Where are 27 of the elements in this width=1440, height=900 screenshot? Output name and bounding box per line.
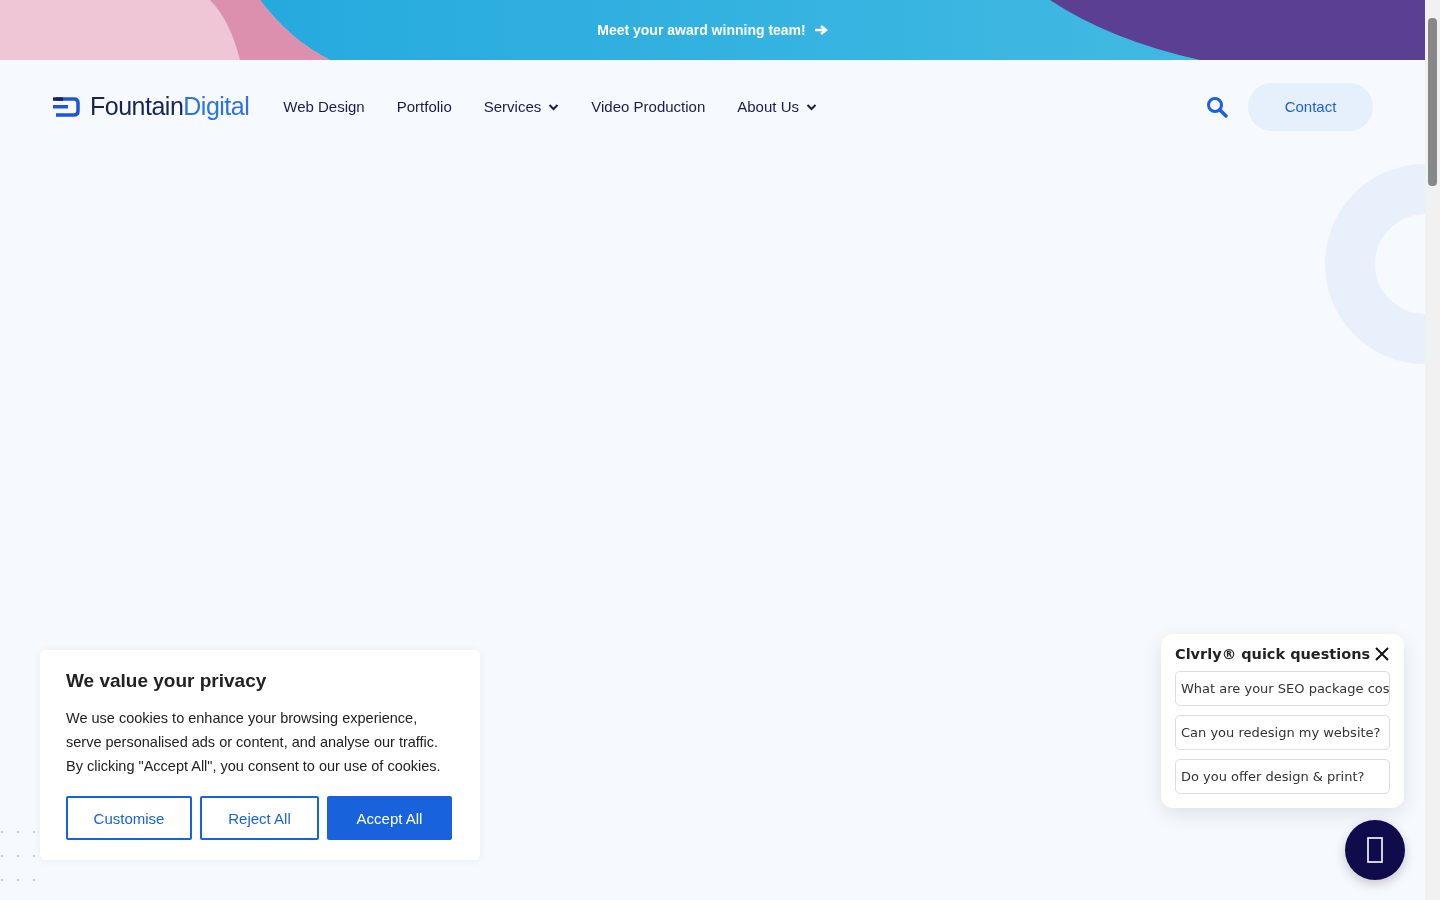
chat-button[interactable] — [1345, 820, 1405, 880]
contact-button[interactable]: Contact — [1248, 82, 1373, 131]
nav-link[interactable]: Services — [483, 98, 560, 115]
chat-title: Clvrly® quick questions — [1175, 646, 1371, 662]
search-icon[interactable] — [1206, 95, 1228, 118]
quick-question[interactable]: What are your SEO package cos — [1175, 671, 1390, 706]
logo-text[interactable]: Fountain — [90, 92, 184, 121]
nav-link[interactable]: About Us — [737, 98, 817, 115]
scrollbar-thumb[interactable] — [1428, 18, 1437, 186]
rectangle-icon — [1367, 837, 1383, 863]
quick-question[interactable]: Can you redesign my website? — [1175, 715, 1390, 750]
cookie-text: We use cookies to enhance your browsing experience, serve personalised ads or content, and analyse our traffic. By clicking "Accept All", you consent to our use of cookies. — [66, 709, 442, 776]
close-icon[interactable] — [1374, 646, 1390, 662]
nav-link[interactable]: Portfolio — [396, 98, 452, 115]
nav-link[interactable]: Web Design — [283, 98, 365, 115]
cookie-button[interactable]: Customise — [66, 796, 192, 840]
nav-link[interactable]: Video Production — [591, 98, 706, 115]
chevron-down-icon — [548, 102, 560, 111]
chevron-down-icon — [805, 102, 817, 111]
cookie-button[interactable]: Reject All — [200, 796, 319, 840]
cookie-button[interactable]: Accept All — [327, 796, 452, 840]
quick-question[interactable]: Do you offer design & print? — [1175, 759, 1390, 794]
scrollbar[interactable] — [1425, 0, 1440, 900]
logo-icon — [52, 96, 80, 117]
cookie-title: We value your privacy — [66, 670, 268, 692]
logo-text[interactable]: Digital — [183, 92, 250, 121]
arrow-right-icon — [813, 24, 828, 36]
